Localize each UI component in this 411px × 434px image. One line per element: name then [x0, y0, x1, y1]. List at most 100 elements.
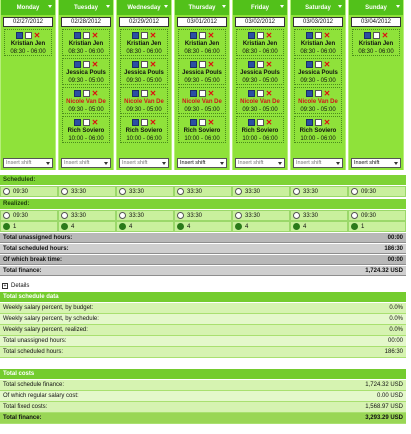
save-icon[interactable] — [363, 32, 371, 39]
save-icon[interactable] — [305, 90, 313, 97]
delete-icon[interactable]: ✕ — [324, 119, 331, 127]
save-icon[interactable] — [247, 90, 255, 97]
save-icon[interactable] — [247, 32, 255, 39]
document-icon[interactable] — [256, 32, 264, 39]
save-icon[interactable] — [131, 61, 139, 68]
document-icon[interactable] — [140, 32, 148, 39]
document-icon[interactable] — [256, 61, 264, 68]
document-icon[interactable] — [82, 119, 90, 126]
shift-card[interactable]: ✕ Kristian Jen 08:30 - 06:00 — [4, 29, 52, 56]
delete-icon[interactable]: ✕ — [92, 119, 99, 127]
save-icon[interactable] — [73, 61, 81, 68]
shift-card[interactable]: ✕ Nicole Van De 09:30 - 05:00 — [294, 87, 342, 114]
delete-icon[interactable]: ✕ — [92, 90, 99, 98]
delete-icon[interactable]: ✕ — [92, 61, 99, 69]
delete-icon[interactable]: ✕ — [266, 61, 273, 69]
document-icon[interactable] — [314, 119, 322, 126]
save-icon[interactable] — [73, 119, 81, 126]
date-field[interactable]: 03/04/2012 — [351, 17, 401, 27]
save-icon[interactable] — [189, 90, 197, 97]
chevron-down-icon[interactable] — [164, 5, 168, 8]
day-header[interactable]: Tuesday — [59, 0, 113, 15]
shift-card[interactable]: ✕ Rich Soviero 10:00 - 06:00 — [178, 116, 226, 143]
delete-icon[interactable]: ✕ — [266, 32, 273, 40]
insert-shift-select[interactable]: Insert shift — [119, 158, 169, 168]
chevron-down-icon[interactable] — [280, 5, 284, 8]
shift-card[interactable]: ✕ Kristian Jen 08:30 - 06:00 — [294, 29, 342, 56]
document-icon[interactable] — [256, 119, 264, 126]
save-icon[interactable] — [15, 32, 23, 39]
delete-icon[interactable]: ✕ — [92, 32, 99, 40]
document-icon[interactable] — [256, 90, 264, 97]
save-icon[interactable] — [189, 32, 197, 39]
document-icon[interactable] — [140, 90, 148, 97]
save-icon[interactable] — [247, 119, 255, 126]
save-icon[interactable] — [305, 119, 313, 126]
shift-card[interactable]: ✕ Jessica Pouls 09:30 - 05:00 — [120, 58, 168, 85]
shift-card[interactable]: ✕ Kristian Jen 08:30 - 06:00 — [352, 29, 400, 56]
insert-shift-select[interactable]: Insert shift — [61, 158, 111, 168]
details-toggle[interactable]: + Details — [2, 281, 29, 290]
insert-shift-select[interactable]: Insert shift — [177, 158, 227, 168]
delete-icon[interactable]: ✕ — [208, 90, 215, 98]
save-icon[interactable] — [131, 90, 139, 97]
chevron-down-icon[interactable] — [222, 5, 226, 8]
delete-icon[interactable]: ✕ — [266, 90, 273, 98]
delete-icon[interactable]: ✕ — [150, 61, 157, 69]
chevron-down-icon[interactable] — [106, 5, 110, 8]
delete-icon[interactable]: ✕ — [208, 119, 215, 127]
day-header[interactable]: Sunday — [349, 0, 403, 15]
insert-shift-select[interactable]: Insert shift — [3, 158, 53, 168]
shift-card[interactable]: ✕ Nicole Van De 09:30 - 05:00 — [120, 87, 168, 114]
document-icon[interactable] — [140, 119, 148, 126]
insert-shift-select[interactable]: Insert shift — [351, 158, 401, 168]
save-icon[interactable] — [73, 32, 81, 39]
shift-card[interactable]: ✕ Rich Soviero 10:00 - 06:00 — [294, 116, 342, 143]
document-icon[interactable] — [372, 32, 380, 39]
shift-card[interactable]: ✕ Rich Soviero 10:00 - 06:00 — [236, 116, 284, 143]
shift-card[interactable]: ✕ Nicole Van De 09:30 - 05:00 — [62, 87, 110, 114]
shift-card[interactable]: ✕ Nicole Van De 09:30 - 05:00 — [236, 87, 284, 114]
delete-icon[interactable]: ✕ — [324, 32, 331, 40]
date-field[interactable]: 02/27/2012 — [3, 17, 53, 27]
delete-icon[interactable]: ✕ — [208, 32, 215, 40]
delete-icon[interactable]: ✕ — [150, 32, 157, 40]
shift-card[interactable]: ✕ Rich Soviero 10:00 - 06:00 — [62, 116, 110, 143]
day-header[interactable]: Friday — [233, 0, 287, 15]
shift-card[interactable]: ✕ Kristian Jen 08:30 - 06:00 — [178, 29, 226, 56]
document-icon[interactable] — [198, 61, 206, 68]
date-field[interactable]: 03/03/2012 — [293, 17, 343, 27]
day-header[interactable]: Thursday — [175, 0, 229, 15]
save-icon[interactable] — [131, 32, 139, 39]
insert-shift-select[interactable]: Insert shift — [235, 158, 285, 168]
shift-card[interactable]: ✕ Rich Soviero 10:00 - 06:00 — [120, 116, 168, 143]
day-header[interactable]: Wednesday — [117, 0, 171, 15]
save-icon[interactable] — [73, 90, 81, 97]
shift-card[interactable]: ✕ Jessica Pouls 09:30 - 05:00 — [178, 58, 226, 85]
document-icon[interactable] — [140, 61, 148, 68]
delete-icon[interactable]: ✕ — [324, 61, 331, 69]
save-icon[interactable] — [305, 32, 313, 39]
document-icon[interactable] — [82, 90, 90, 97]
save-icon[interactable] — [189, 119, 197, 126]
shift-card[interactable]: ✕ Jessica Pouls 09:30 - 05:00 — [62, 58, 110, 85]
document-icon[interactable] — [82, 61, 90, 68]
document-icon[interactable] — [198, 90, 206, 97]
shift-card[interactable]: ✕ Kristian Jen 08:30 - 06:00 — [236, 29, 284, 56]
delete-icon[interactable]: ✕ — [266, 119, 273, 127]
document-icon[interactable] — [314, 61, 322, 68]
date-field[interactable]: 03/02/2012 — [235, 17, 285, 27]
insert-shift-select[interactable]: Insert shift — [293, 158, 343, 168]
day-header[interactable]: Saturday — [291, 0, 345, 15]
date-field[interactable]: 03/01/2012 — [177, 17, 227, 27]
shift-card[interactable]: ✕ Kristian Jen 08:30 - 06:00 — [120, 29, 168, 56]
delete-icon[interactable]: ✕ — [150, 90, 157, 98]
delete-icon[interactable]: ✕ — [150, 119, 157, 127]
delete-icon[interactable]: ✕ — [208, 61, 215, 69]
shift-card[interactable]: ✕ Jessica Pouls 09:30 - 05:00 — [294, 58, 342, 85]
date-field[interactable]: 02/28/2012 — [61, 17, 111, 27]
save-icon[interactable] — [305, 61, 313, 68]
delete-icon[interactable]: ✕ — [382, 32, 389, 40]
document-icon[interactable] — [198, 32, 206, 39]
document-icon[interactable] — [82, 32, 90, 39]
